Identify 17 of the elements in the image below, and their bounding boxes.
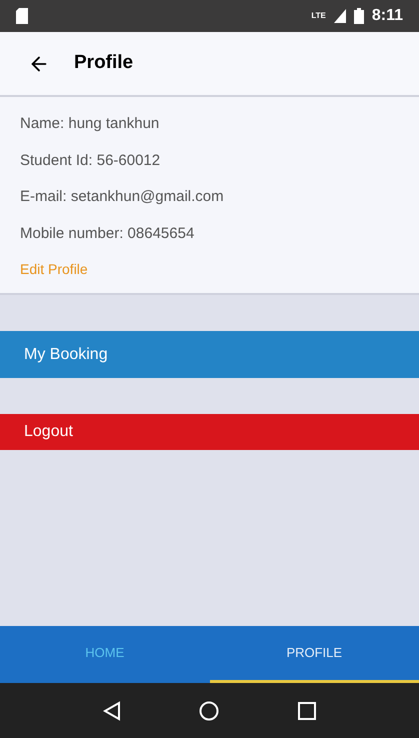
back-triangle-icon[interactable] (103, 700, 122, 720)
profile-field: Mobile number: 08645654 (20, 222, 399, 245)
profile-field: Student Id: 56-60012 (20, 150, 399, 172)
profile-field: Name: hung tankhun (20, 113, 399, 136)
profile-field: E-mail: setankhun@gmail.com (20, 186, 399, 208)
edit-profile-link[interactable]: Edit Profile (20, 259, 88, 280)
network-label: LTE (311, 10, 326, 22)
tab[interactable]: HOME (0, 626, 210, 683)
action-bar-button[interactable]: Logout (0, 414, 419, 450)
signal-icon (334, 9, 346, 23)
action-bar-button[interactable]: My Booking (0, 331, 419, 378)
page-title: Profile (74, 51, 134, 76)
home-circle-icon[interactable] (199, 700, 220, 720)
sd-card-icon (16, 8, 28, 24)
recents-square-icon[interactable] (298, 702, 316, 720)
status-time: 8:11 (372, 6, 403, 26)
battery-icon (354, 8, 364, 24)
